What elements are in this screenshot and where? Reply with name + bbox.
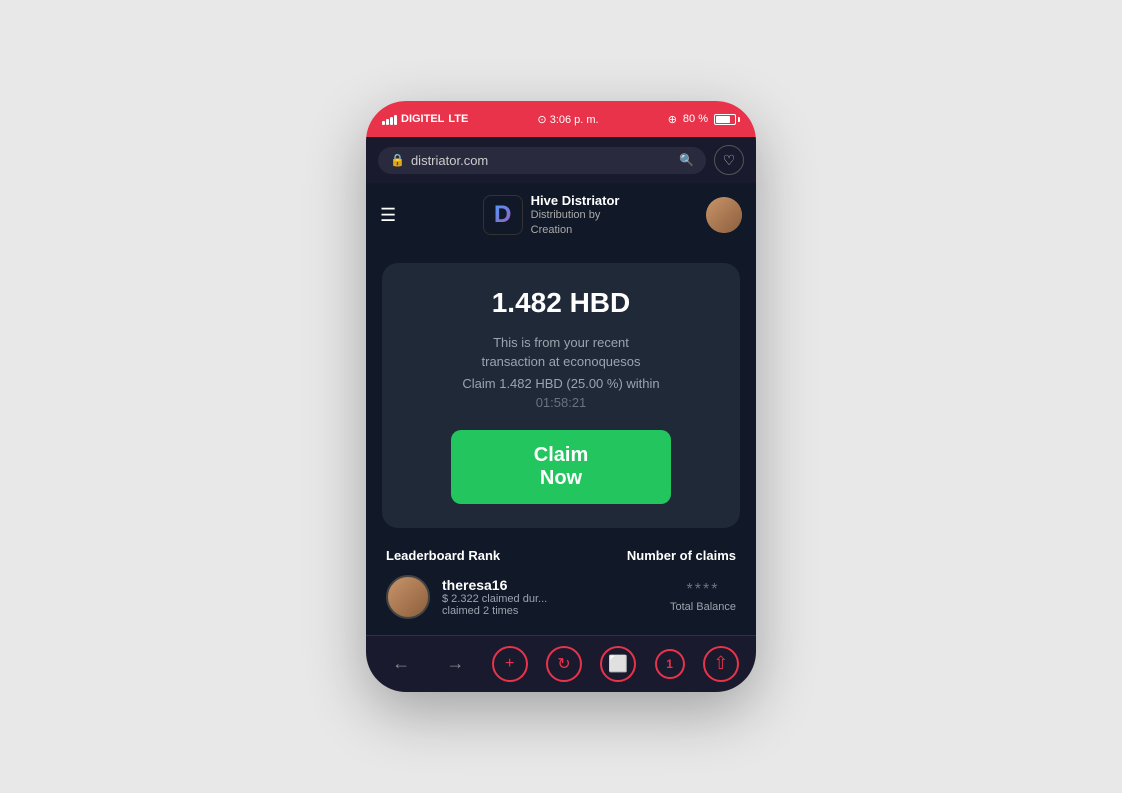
header-center: D Hive Distriator Distribution by Creati… [483, 193, 620, 237]
leaderboard-section: Leaderboard Rank Number of claims theres… [382, 548, 740, 619]
forward-button[interactable]: → [437, 646, 473, 682]
badge-button[interactable]: 1 [655, 649, 685, 679]
rank-label: Leaderboard Rank [386, 548, 500, 563]
share-button[interactable]: ⇧ [703, 646, 739, 682]
stars-display: **** [670, 581, 736, 599]
browser-bar: 🔒 distriator.com 🔍 ♡ [366, 137, 756, 183]
logo-box: D [483, 195, 523, 235]
leaderboard-row: theresa16 $ 2.322 claimed dur... claimed… [386, 575, 736, 619]
back-button[interactable]: ← [383, 646, 419, 682]
logo-letter: D [494, 201, 511, 229]
status-bar: DIGITEL LTE ⊙ 3:06 p. m. ⊕ 80 % [366, 101, 756, 137]
signal-bar-1 [382, 121, 385, 125]
username-text: theresa16 [442, 577, 658, 593]
signal-bar-4 [394, 115, 397, 125]
network-text: LTE [448, 113, 468, 125]
main-content: 1.482 HBD This is from your recent trans… [366, 247, 756, 635]
signal-bar-2 [386, 119, 389, 125]
status-left: DIGITEL LTE [382, 113, 468, 125]
battery-icon [714, 114, 740, 125]
hamburger-menu-icon[interactable]: ☰ [380, 205, 396, 226]
site-subtitle: Distribution by Creation [531, 208, 620, 237]
time-icon: ⊙ [537, 114, 546, 126]
carrier-text: DIGITEL [401, 113, 444, 125]
site-name: Hive Distriator [531, 193, 620, 208]
claim-timer: 01:58:21 [402, 395, 720, 410]
signal-bars [382, 113, 397, 125]
claims-label: Number of claims [627, 548, 736, 563]
claim-now-button[interactable]: Claim Now [451, 430, 671, 504]
browser-nav: ← → + ↻ ⬜ 1 ⇧ [366, 635, 756, 692]
phone-frame: DIGITEL LTE ⊙ 3:06 p. m. ⊕ 80 % 🔒 distri… [366, 101, 756, 692]
status-right: ⊕ 80 % [668, 113, 740, 126]
description-line1: This is from your recent transaction at … [402, 333, 720, 372]
favorite-button[interactable]: ♡ [714, 145, 744, 175]
user-avatar [386, 575, 430, 619]
avatar-image [706, 197, 742, 233]
lock-icon: 🔒 [390, 153, 405, 167]
claimed-times-text: claimed 2 times [442, 605, 658, 617]
wifi-icon: ⊕ [668, 113, 677, 126]
claim-detail-text: Claim 1.482 HBD (25.00 %) within [402, 376, 720, 391]
add-tab-button[interactable]: + [492, 646, 528, 682]
header-title: Hive Distriator Distribution by Creation [531, 193, 620, 237]
status-time: ⊙ 3:06 p. m. [537, 113, 598, 126]
signal-bar-3 [390, 117, 393, 125]
search-icon: 🔍 [679, 153, 694, 167]
url-bar[interactable]: 🔒 distriator.com 🔍 [378, 147, 706, 174]
user-stats: **** Total Balance [670, 581, 736, 613]
url-text: distriator.com [411, 153, 673, 168]
claimed-amount-text: $ 2.322 claimed dur... [442, 593, 658, 605]
app-header: ☰ D Hive Distriator Distribution by Crea… [366, 183, 756, 247]
tab-view-button[interactable]: ⬜ [600, 646, 636, 682]
total-balance-label: Total Balance [670, 601, 736, 613]
claim-amount: 1.482 HBD [402, 287, 720, 319]
claim-card: 1.482 HBD This is from your recent trans… [382, 263, 740, 528]
refresh-button[interactable]: ↻ [546, 646, 582, 682]
user-avatar-header[interactable] [706, 197, 742, 233]
leaderboard-header: Leaderboard Rank Number of claims [386, 548, 736, 563]
user-info: theresa16 $ 2.322 claimed dur... claimed… [442, 577, 658, 617]
